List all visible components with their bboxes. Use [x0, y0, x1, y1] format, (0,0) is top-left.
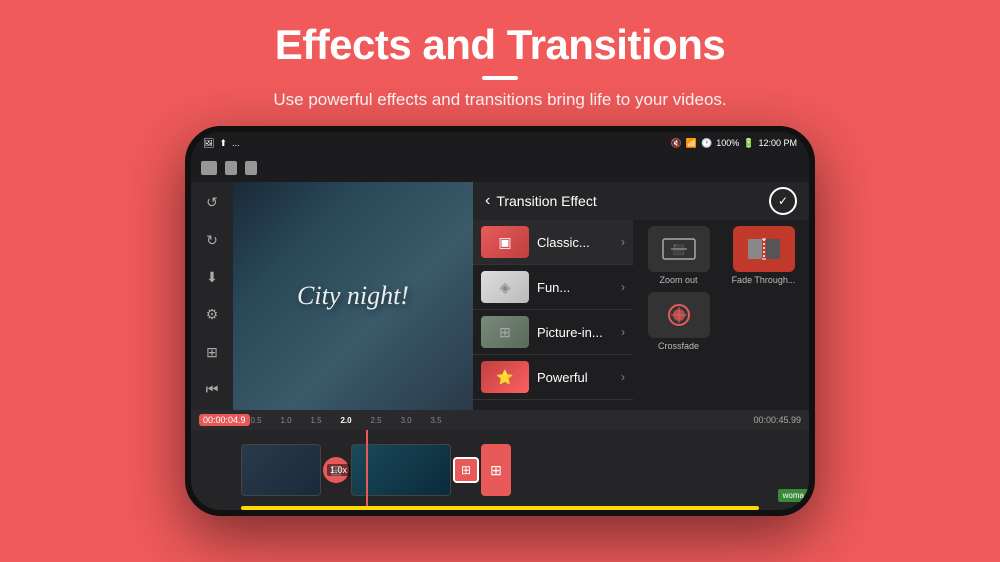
layers-icon[interactable]: ⊞: [201, 342, 223, 363]
category-arrow-classic: ›: [621, 235, 625, 249]
ruler-2-5: 2.5: [361, 416, 391, 425]
category-thumb-fun: ◈: [481, 271, 529, 303]
category-arrow-fun: ›: [621, 280, 625, 294]
ruler-2-0: 2.0: [331, 416, 361, 425]
redo-icon[interactable]: ↻: [201, 230, 223, 251]
watermark: woma: [778, 489, 809, 502]
star-icon: ⭐: [496, 369, 513, 386]
category-thumb-powerful: ⭐: [481, 361, 529, 393]
effects-grid-panel: ⬛ Zoom out: [633, 220, 809, 410]
category-arrow-powerful: ›: [621, 370, 625, 384]
category-name-fun: Fun...: [537, 280, 621, 295]
effect-thumb-fade-through: [733, 226, 795, 272]
settings-icon[interactable]: ⚙: [201, 304, 223, 325]
panel-body: ▣ Classic... › ◈ Fun... ›: [473, 220, 809, 410]
left-sidebar: ↺ ↻ ⬇ ⚙ ⊞ ⏮: [191, 182, 233, 410]
effect-label-fade-through: Fade Through...: [732, 275, 796, 286]
category-fun[interactable]: ◈ Fun... ›: [473, 265, 633, 310]
back-arrow[interactable]: ‹: [485, 192, 490, 210]
status-bar: 🖼 ⬆ ... 🔇 📶 🕐 100% 🔋 12:00 PM: [191, 132, 809, 154]
categories-list: ▣ Classic... › ◈ Fun... ›: [473, 220, 633, 410]
category-classic[interactable]: ▣ Classic... ›: [473, 220, 633, 265]
clip-end[interactable]: ⊞: [481, 444, 511, 496]
panel-header-left: ‹ Transition Effect: [485, 192, 597, 210]
wifi-icon: 📶: [686, 138, 697, 149]
timeline-area: 00:00:04.9 0.5 1.0 1.5 2.0 2.5 3.0 3.5 0…: [191, 410, 809, 510]
end-icon: ⊞: [490, 462, 502, 479]
ruler-1-0: 1.0: [271, 416, 301, 425]
check-button[interactable]: ✓: [769, 187, 797, 215]
timeline-ruler: 00:00:04.9 0.5 1.0 1.5 2.0 2.5 3.0 3.5 0…: [191, 410, 809, 430]
timeline-clips[interactable]: ⊞ 1.0x ⊞ ⊞ woma: [191, 430, 809, 510]
title-divider: [482, 76, 518, 80]
category-name-powerful: Powerful: [537, 370, 621, 385]
video-preview: City night!: [233, 182, 473, 410]
img-icon: 🖼: [203, 138, 214, 149]
battery-icon: 🔋: [743, 138, 754, 149]
ruler-1-5: 1.5: [301, 416, 331, 425]
panel-header: ‹ Transition Effect ✓: [473, 182, 809, 220]
category-thumb-picture: ⊞: [481, 316, 529, 348]
clip-label-1x: 1.0x: [327, 464, 350, 476]
right-panel: ‹ Transition Effect ✓: [473, 182, 809, 410]
more-icon: ...: [232, 138, 240, 148]
phone-wrapper: 🖼 ⬆ ... 🔇 📶 🕐 100% 🔋 12:00 PM: [0, 126, 1000, 516]
check-icon: ✓: [778, 194, 788, 208]
main-content: ↺ ↻ ⬇ ⚙ ⊞ ⏮ City night!: [191, 182, 809, 410]
timestamp-left: 00:00:04.9: [199, 414, 250, 426]
playhead: [366, 430, 368, 510]
category-name-classic: Classic...: [537, 235, 621, 250]
app-bar-icon-2: [225, 161, 237, 175]
video-bg: City night!: [233, 182, 473, 410]
phone: 🖼 ⬆ ... 🔇 📶 🕐 100% 🔋 12:00 PM: [185, 126, 815, 516]
app-bar-icon-3: [245, 161, 257, 175]
undo-icon[interactable]: ↺: [201, 192, 223, 213]
clip-city[interactable]: [241, 444, 321, 496]
category-thumb-classic: ▣: [481, 226, 529, 258]
category-arrow-picture: ›: [621, 325, 625, 339]
skip-back-icon[interactable]: ⏮: [201, 379, 223, 400]
ruler-3-0: 3.0: [391, 416, 421, 425]
share-icon[interactable]: ⬇: [201, 267, 223, 288]
category-powerful[interactable]: ⭐ Powerful ›: [473, 355, 633, 400]
effect-label-zoom-out: Zoom out: [659, 275, 697, 286]
category-name-picture: Picture-in...: [537, 325, 621, 340]
effect-zoom-out[interactable]: ⬛ Zoom out: [639, 226, 718, 286]
app-bar: [191, 154, 809, 182]
clip-transition-marker[interactable]: ⊞: [453, 457, 479, 483]
city-night-text: City night!: [297, 281, 409, 311]
subtitle: Use powerful effects and transitions bri…: [0, 90, 1000, 110]
time-label: 12:00 PM: [758, 138, 797, 148]
clock-icon: 🕐: [701, 138, 712, 149]
app-bar-icons: [201, 161, 257, 175]
mute-icon: 🔇: [671, 138, 682, 149]
effect-thumb-crossfade: [648, 292, 710, 338]
screen: 🖼 ⬆ ... 🔇 📶 🕐 100% 🔋 12:00 PM: [191, 132, 809, 510]
main-title: Effects and Transitions: [0, 22, 1000, 68]
battery-label: 100%: [716, 138, 739, 148]
green-bar: [241, 506, 759, 510]
header-area: Effects and Transitions Use powerful eff…: [0, 0, 1000, 120]
phone-btn-left2: [185, 252, 186, 282]
effect-label-crossfade: Crossfade: [658, 341, 699, 352]
effect-thumb-zoom-out: ⬛: [648, 226, 710, 272]
timestamp-right: 00:00:45.99: [753, 415, 801, 425]
status-right: 🔇 📶 🕐 100% 🔋 12:00 PM: [671, 138, 797, 149]
upload-icon: ⬆: [219, 138, 227, 149]
ruler-3-5: 3.5: [421, 416, 451, 425]
ruler-marks: 0.5 1.0 1.5 2.0 2.5 3.0 3.5: [241, 416, 759, 425]
phone-btn-right: [814, 232, 815, 282]
effect-crossfade[interactable]: Crossfade: [639, 292, 718, 352]
effect-fade-through[interactable]: Fade Through...: [724, 226, 803, 286]
status-left: 🖼 ⬆ ...: [203, 138, 240, 149]
phone-btn-left: [185, 212, 186, 242]
category-picture[interactable]: ⊞ Picture-in... ›: [473, 310, 633, 355]
app-bar-icon-1: [201, 161, 217, 175]
panel-title: Transition Effect: [496, 193, 596, 209]
